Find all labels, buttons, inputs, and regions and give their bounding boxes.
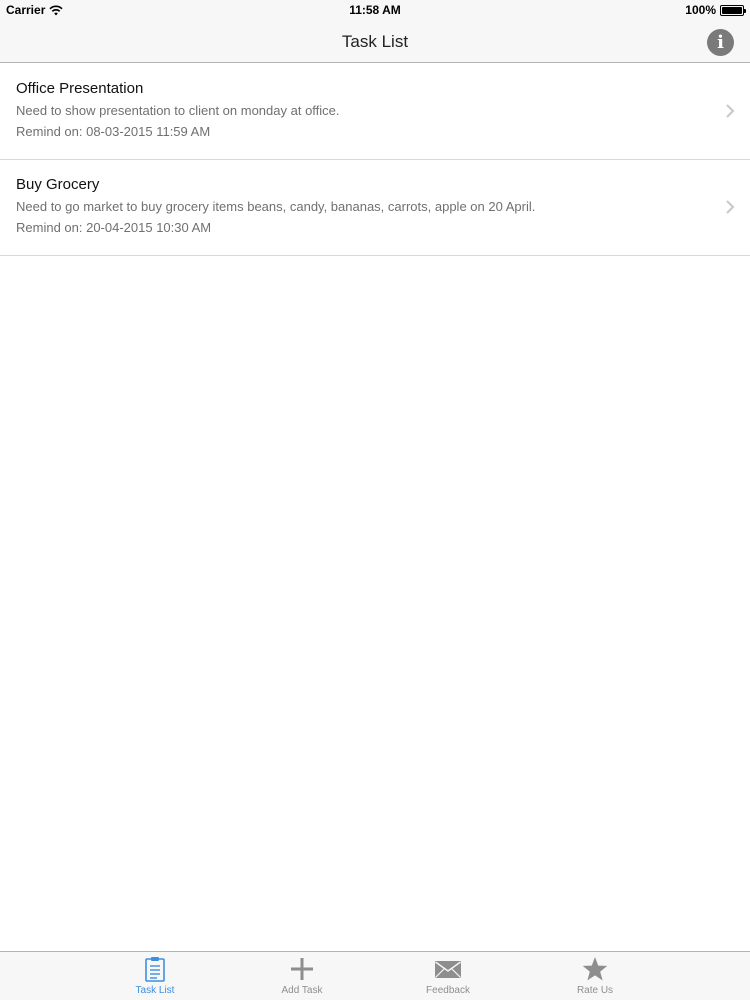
chevron-right-icon <box>726 200 735 214</box>
page-title: Task List <box>341 32 409 51</box>
tab-label: Feedback <box>426 985 470 996</box>
battery-indicator: 100% <box>685 3 746 17</box>
task-title: Buy Grocery <box>16 176 100 193</box>
status-bar: Carrier 11:58 AM 100% <box>0 0 750 20</box>
tab-task-list[interactable]: Task List <box>115 952 195 1000</box>
battery-percent: 100% <box>685 3 716 17</box>
info-icon: i <box>717 32 724 53</box>
tab-label: Rate Us <box>576 985 614 996</box>
battery-icon <box>720 4 746 16</box>
task-remind-date: Remind on: 20-04-2015 10:30 AM <box>16 220 212 235</box>
star-icon <box>582 957 608 981</box>
task-list: Office Presentation Need to show present… <box>0 64 750 256</box>
task-title: Office Presentation <box>16 80 144 97</box>
clipboard-icon <box>145 957 165 982</box>
task-row[interactable]: Buy Grocery Need to go market to buy gro… <box>0 160 750 256</box>
chevron-right-icon <box>726 104 735 118</box>
tab-add-task[interactable]: Add Task <box>262 952 342 1000</box>
tab-label: Task List <box>135 985 175 996</box>
tab-feedback[interactable]: Feedback <box>408 952 488 1000</box>
task-row[interactable]: Office Presentation Need to show present… <box>0 64 750 160</box>
plus-icon <box>291 958 313 980</box>
tab-rate-us[interactable]: Rate Us <box>555 952 635 1000</box>
tab-bar: Task List Add Task Feedback Rate Us <box>0 951 750 1000</box>
task-remind-date: Remind on: 08-03-2015 11:59 AM <box>16 124 211 139</box>
task-description: Need to go market to buy grocery items b… <box>16 199 536 214</box>
task-description: Need to show presentation to client on m… <box>16 103 340 118</box>
clock: 11:58 AM <box>349 3 401 17</box>
info-button[interactable]: i <box>707 29 734 56</box>
tab-label: Add Task <box>281 985 323 996</box>
navigation-bar: Task List i <box>0 20 750 63</box>
envelope-icon <box>435 961 461 978</box>
